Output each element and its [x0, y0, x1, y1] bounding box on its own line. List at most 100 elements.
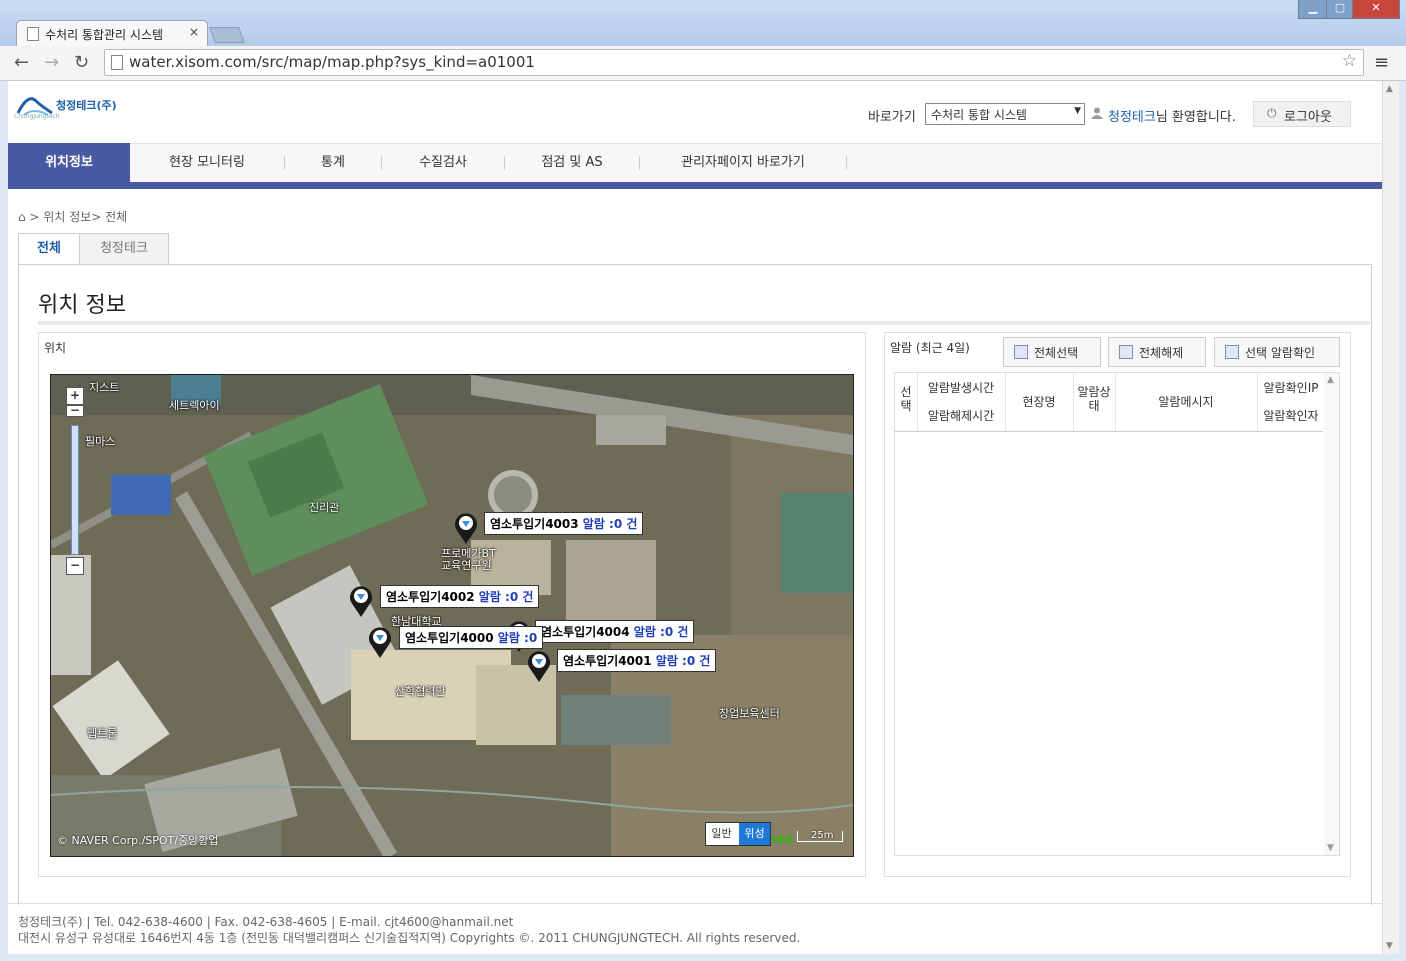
nav-divider — [846, 156, 847, 170]
map-type-satellite-button[interactable]: 위성 — [739, 823, 770, 845]
dropdown-arrow-icon: ▼ — [1074, 106, 1081, 116]
naver-logo: VER — [771, 835, 794, 846]
footer-address: 대전시 유성구 유성대로 1646번지 4동 1층 (전민동 대덕밸리캠퍼스 신… — [18, 931, 801, 945]
map-marker-pin-icon[interactable] — [348, 584, 374, 618]
marker-name: 염소투입기4000 — [405, 631, 494, 645]
map-place-label: 세트렉아이 — [169, 399, 220, 412]
scroll-down-arrow-icon[interactable]: ▼ — [1327, 843, 1334, 853]
map-marker-pin-icon[interactable] — [526, 649, 552, 683]
map-imagery — [51, 375, 853, 856]
forward-arrow-icon[interactable]: → — [44, 52, 59, 73]
tab-close-icon[interactable]: × — [189, 25, 199, 39]
marker-label-4003[interactable]: 염소투입기4003 알람 :0 건 — [484, 512, 644, 535]
browser-menu-icon[interactable]: ≡ — [1374, 52, 1389, 73]
map-marker-pin-icon[interactable] — [453, 511, 479, 545]
map-marker-pin-icon[interactable] — [367, 625, 393, 659]
alarm-table-header: 선 택 알람발생시간 알람해제시간 현장명 알람상 태 알람메시지 알람확인IP… — [895, 373, 1323, 432]
marker-name: 염소투입기4003 — [490, 517, 579, 531]
nav-site-monitoring[interactable]: 현장 모니터링 — [130, 143, 284, 182]
company-name: 청정테크(주) — [56, 99, 117, 112]
marker-label-4004[interactable]: 염소투입기4004 알람 :0 건 — [535, 620, 695, 643]
marker-name: 염소투입기4001 — [563, 654, 652, 668]
power-icon: ⏻ — [1267, 106, 1277, 120]
col-select: 선 택 — [900, 385, 912, 413]
user-name: 청정테크 — [1108, 110, 1156, 125]
marker-label-4001[interactable]: 염소투입기4001 알람 :0 건 — [557, 649, 717, 672]
bookmark-star-icon[interactable]: ☆ — [1342, 51, 1357, 71]
page-scrollbar[interactable]: ▲ ▼ — [1382, 81, 1399, 954]
system-select[interactable]: 수처리 통합 시스템 ▼ — [925, 103, 1085, 125]
tab-all[interactable]: 전체 — [18, 233, 80, 265]
new-tab-button[interactable] — [209, 27, 245, 43]
zoom-control: + − − — [63, 387, 85, 575]
scroll-up-arrow-icon[interactable]: ▲ — [1386, 84, 1393, 94]
close-window-button[interactable]: ✕ — [1352, 0, 1400, 19]
address-bar[interactable]: water.xisom.com/src/map/map.php?sys_kind… — [104, 49, 1364, 76]
select-all-button[interactable]: 전체선택 — [1003, 337, 1101, 367]
map-type-normal-button[interactable]: 일반 — [706, 823, 737, 845]
map-scale-label: 25m — [811, 830, 834, 841]
logout-button[interactable]: ⏻ 로그아웃 — [1253, 101, 1351, 127]
marker-alarm-count: 알람 :0 건 — [478, 590, 534, 604]
footer-contact: 청정테크(주) | Tel. 042-638-4600 | Fax. 042-6… — [18, 915, 514, 929]
marker-alarm-count: 알람 :0 — [497, 631, 538, 645]
col-occurred: 알람발생시간 — [927, 381, 995, 395]
col-status: 알람상 태 — [1077, 385, 1111, 413]
marker-alarm-count: 알람 :0 건 — [655, 654, 711, 668]
marker-label-4002[interactable]: 염소투입기4002 알람 :0 건 — [380, 585, 540, 608]
col-message: 알람메시지 — [1158, 395, 1214, 409]
confirm-selected-label: 선택 알람확인 — [1245, 346, 1316, 360]
window-controls: ▁ ▢ ✕ — [1298, 0, 1400, 20]
location-panel-heading: 위치 — [44, 341, 67, 355]
marker-alarm-count: 알람 :0 건 — [582, 517, 638, 531]
system-select-value: 수처리 통합 시스템 — [931, 108, 1027, 122]
checklist-icon — [1119, 345, 1133, 359]
tab-chungjungtech[interactable]: 청정테크 — [79, 233, 169, 265]
alarm-table-scrollbar[interactable]: ▲ ▼ — [1324, 373, 1339, 855]
map-place-label: 펩트론 — [87, 727, 118, 740]
confirm-selected-alarms-button[interactable]: 선택 알람확인 — [1214, 337, 1340, 367]
map-place-label: 지스트 — [89, 381, 120, 394]
col-cleared: 알람해제시간 — [927, 409, 995, 423]
marker-name: 염소투입기4004 — [541, 625, 630, 639]
page-title: 위치 정보 — [38, 293, 126, 318]
zoom-slider[interactable] — [71, 425, 79, 555]
url-text[interactable]: water.xisom.com/src/map/map.php?sys_kind… — [129, 53, 535, 71]
checklist-icon — [1225, 345, 1239, 359]
page-icon — [111, 55, 123, 70]
zoom-handle[interactable]: − — [66, 404, 84, 417]
back-arrow-icon[interactable]: ← — [14, 52, 29, 73]
goto-label: 바로가기 — [868, 110, 916, 125]
nav-underline — [8, 182, 1382, 189]
marker-label-4000[interactable]: 염소투입기4000 알람 :0 — [399, 626, 544, 649]
checklist-icon — [1014, 345, 1028, 359]
select-all-label: 전체선택 — [1034, 346, 1079, 360]
browser-tab[interactable]: 수처리 통합관리 시스템 × — [16, 20, 208, 47]
breadcrumb: ⌂ > 위치 정보> 전체 — [18, 210, 128, 224]
satellite-map[interactable]: + − − 지스트 세트렉아이 필마스 진리관 프로메가BT 교육연구원 한남대… — [50, 374, 854, 857]
col-confirm-ip: 알람확인IP — [1263, 381, 1319, 395]
nav-water-test[interactable]: 수질검사 — [382, 143, 504, 182]
user-icon — [1091, 107, 1103, 119]
zoom-out-button[interactable]: − — [66, 557, 84, 575]
welcome-message: 청정테크님 환영합니다. — [1108, 106, 1236, 125]
company-name-en: Chungjungtech — [14, 113, 60, 120]
nav-admin-page[interactable]: 관리자페이지 바로가기 — [640, 143, 846, 182]
nav-location[interactable]: 위치정보 — [8, 143, 130, 182]
deselect-all-button[interactable]: 전체해제 — [1108, 337, 1206, 367]
nav-statistics[interactable]: 통계 — [285, 143, 381, 182]
tab-title: 수처리 통합관리 시스템 — [45, 28, 164, 42]
minimize-button[interactable]: ▁ — [1298, 0, 1328, 19]
reload-icon[interactable]: ↻ — [74, 52, 89, 73]
map-place-label: 진리관 — [309, 501, 340, 514]
scroll-up-arrow-icon[interactable]: ▲ — [1327, 375, 1334, 385]
deselect-all-label: 전체해제 — [1139, 346, 1184, 360]
alarm-panel-heading: 알람 (최근 4일) — [890, 341, 970, 355]
map-place-label: 필마스 — [85, 435, 116, 448]
welcome-suffix: 님 환영합니다. — [1155, 110, 1236, 125]
nav-inspection-as[interactable]: 점검 및 AS — [505, 143, 639, 182]
marker-name: 염소투입기4002 — [386, 590, 475, 604]
col-confirmer: 알람확인자 — [1263, 409, 1319, 423]
scroll-down-arrow-icon[interactable]: ▼ — [1386, 941, 1393, 951]
maximize-button[interactable]: ▢ — [1326, 0, 1354, 19]
